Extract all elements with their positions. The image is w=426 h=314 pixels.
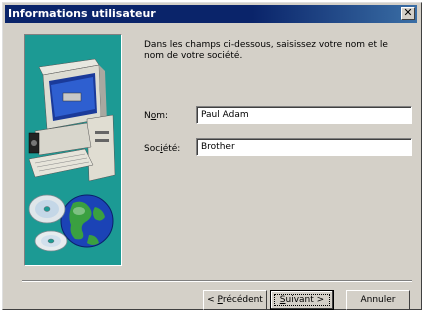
company-label: Société: bbox=[144, 144, 181, 154]
cancel-button[interactable]: Annuler bbox=[346, 290, 410, 310]
name-label: Nom: bbox=[144, 111, 169, 121]
close-icon: ✕ bbox=[403, 6, 413, 19]
back-button[interactable]: < Précédent bbox=[203, 290, 267, 310]
company-field[interactable] bbox=[196, 138, 412, 156]
instruction-text: Dans les champs ci-dessous, saisissez vo… bbox=[144, 40, 388, 61]
window-title: Informations utilisateur bbox=[8, 7, 156, 20]
next-button[interactable]: Suivant > bbox=[270, 290, 334, 310]
separator-highlight bbox=[22, 281, 412, 282]
close-button[interactable]: ✕ bbox=[401, 7, 415, 20]
name-field[interactable] bbox=[196, 106, 412, 124]
globe-icon bbox=[60, 194, 114, 248]
computer-icon bbox=[28, 58, 116, 252]
setup-illustration bbox=[24, 34, 122, 266]
title-bar: Informations utilisateur ✕ bbox=[5, 5, 417, 23]
